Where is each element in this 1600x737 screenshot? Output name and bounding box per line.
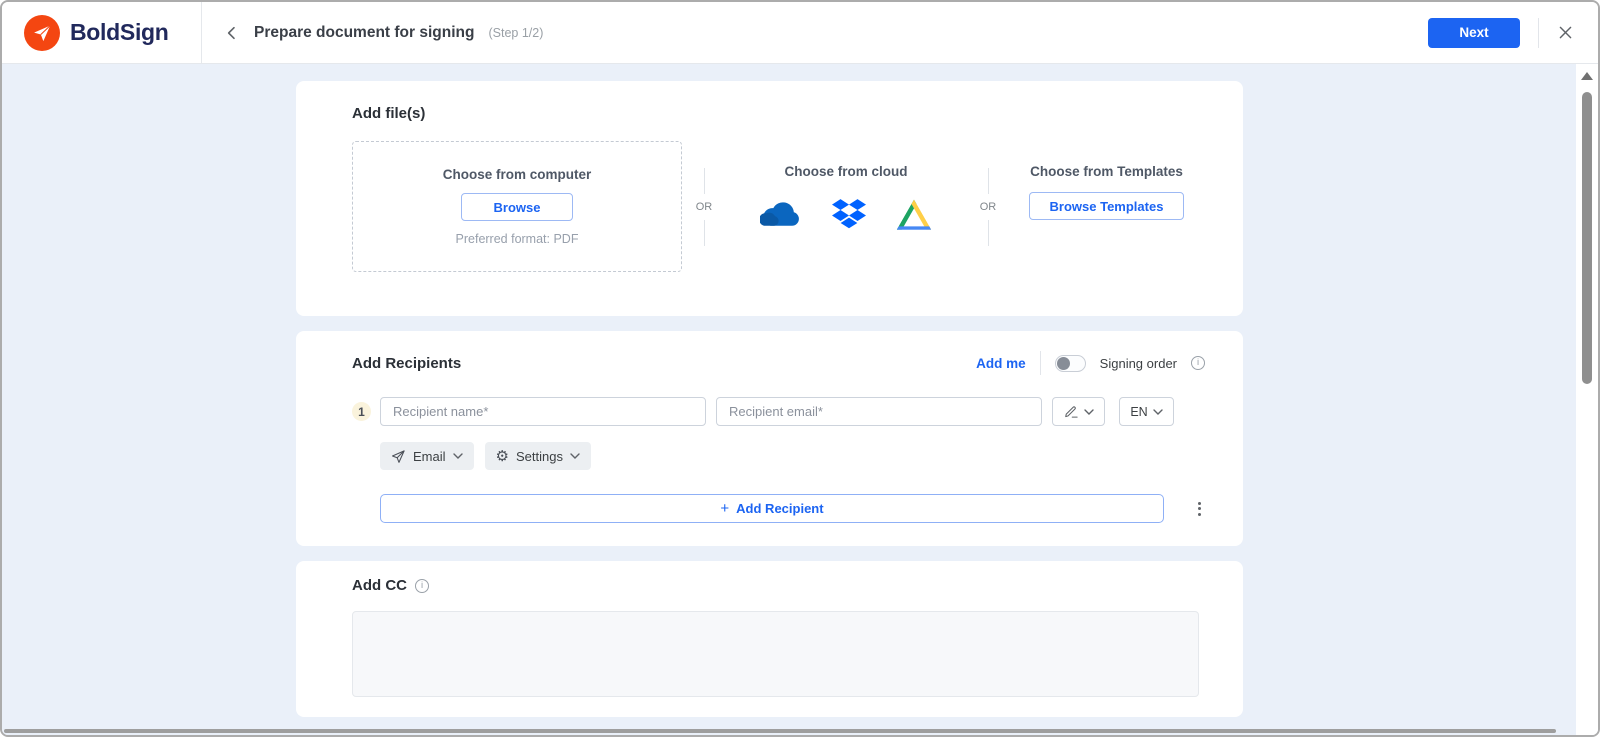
brand-name: BoldSign	[70, 19, 169, 46]
signing-order-toggle[interactable]	[1055, 355, 1086, 372]
add-recipient-button[interactable]: + Add Recipient	[380, 494, 1164, 523]
add-recipient-row: + Add Recipient	[380, 494, 1205, 523]
recipient-settings-dropdown[interactable]: ⚙ Settings	[485, 442, 591, 470]
add-recipients-heading: Add Recipients	[352, 355, 461, 372]
vertical-scrollbar[interactable]	[1576, 64, 1598, 735]
gear-icon: ⚙	[496, 449, 509, 464]
or-label: OR	[980, 201, 997, 213]
cards-container: Add file(s) Choose from computer Browse …	[296, 81, 1243, 717]
pen-signature-icon	[1064, 404, 1079, 419]
onedrive-icon[interactable]	[760, 200, 802, 228]
scrollbar-thumb[interactable]	[1582, 92, 1592, 384]
files-options-row: Choose from computer Browse Preferred fo…	[352, 141, 1203, 272]
scroll-up-arrow-icon[interactable]	[1581, 72, 1593, 80]
kebab-menu-icon[interactable]	[1194, 498, 1205, 520]
add-cc-heading: Add CC	[352, 577, 407, 594]
add-cc-card: Add CC i	[296, 561, 1243, 717]
recipients-controls: Add me Signing order i	[976, 351, 1205, 375]
settings-label: Settings	[516, 449, 563, 464]
language-value: EN	[1130, 405, 1147, 419]
cc-header: Add CC i	[352, 577, 1199, 594]
plus-icon: +	[720, 500, 729, 517]
add-files-heading: Add file(s)	[352, 105, 1203, 122]
language-dropdown[interactable]: EN	[1119, 397, 1174, 426]
next-button[interactable]: Next	[1428, 18, 1520, 48]
recipient-email-input[interactable]	[716, 397, 1042, 426]
close-icon[interactable]	[1557, 24, 1574, 41]
add-files-card: Add file(s) Choose from computer Browse …	[296, 81, 1243, 316]
brand-logo: BoldSign	[2, 2, 202, 63]
browse-button[interactable]: Browse	[461, 193, 574, 221]
or-divider: OR	[682, 141, 726, 272]
preferred-format-hint: Preferred format: PDF	[456, 232, 579, 246]
choose-computer-title: Choose from computer	[443, 167, 592, 182]
add-me-link[interactable]: Add me	[976, 356, 1026, 371]
templates-group: Choose from Templates Browse Templates	[1010, 141, 1203, 272]
add-recipients-card: Add Recipients Add me Signing order i 1	[296, 331, 1243, 546]
chevron-down-icon	[570, 453, 580, 459]
chevron-down-icon	[453, 453, 463, 459]
recipient-row: 1 EN	[352, 397, 1205, 426]
cloud-group: Choose from cloud	[726, 141, 966, 272]
delivery-mode-dropdown[interactable]: Email	[380, 442, 474, 470]
horizontal-scrollbar[interactable]	[4, 729, 1556, 733]
page-title: Prepare document for signing	[254, 24, 474, 42]
signer-role-dropdown[interactable]	[1052, 397, 1105, 426]
cc-info-icon[interactable]: i	[415, 579, 429, 593]
dropbox-icon[interactable]	[832, 199, 866, 229]
header-divider	[1538, 18, 1539, 48]
upload-dropzone[interactable]: Choose from computer Browse Preferred fo…	[352, 141, 682, 272]
delivery-mode-label: Email	[413, 449, 446, 464]
browse-templates-button[interactable]: Browse Templates	[1029, 192, 1185, 220]
recipients-header: Add Recipients Add me Signing order i	[352, 351, 1205, 375]
content-area: Add file(s) Choose from computer Browse …	[2, 64, 1598, 735]
or-label: OR	[696, 201, 713, 213]
signing-order-label: Signing order	[1100, 356, 1177, 371]
top-bar: BoldSign Prepare document for signing (S…	[2, 2, 1598, 64]
boldsign-window: BoldSign Prepare document for signing (S…	[0, 0, 1600, 737]
chevron-down-icon	[1084, 409, 1094, 415]
paper-plane-icon	[24, 15, 60, 51]
recipient-index-badge: 1	[352, 402, 371, 421]
google-drive-icon[interactable]	[896, 199, 932, 230]
choose-templates-title: Choose from Templates	[1010, 164, 1203, 179]
cc-input-area[interactable]	[352, 611, 1199, 697]
or-divider-2: OR	[966, 141, 1010, 272]
header-actions: Next	[1428, 2, 1598, 63]
header-main: Prepare document for signing (Step 1/2)	[202, 2, 1428, 63]
chevron-down-icon	[1153, 409, 1163, 415]
step-indicator: (Step 1/2)	[488, 26, 543, 40]
recipient-name-input[interactable]	[380, 397, 706, 426]
send-icon	[391, 449, 406, 464]
signing-order-info-icon[interactable]: i	[1191, 356, 1205, 370]
back-button[interactable]	[224, 25, 240, 41]
recipient-options-row: Email ⚙ Settings	[380, 442, 1205, 470]
cloud-providers	[726, 195, 966, 233]
add-recipient-label: Add Recipient	[736, 501, 823, 516]
choose-cloud-title: Choose from cloud	[726, 164, 966, 179]
